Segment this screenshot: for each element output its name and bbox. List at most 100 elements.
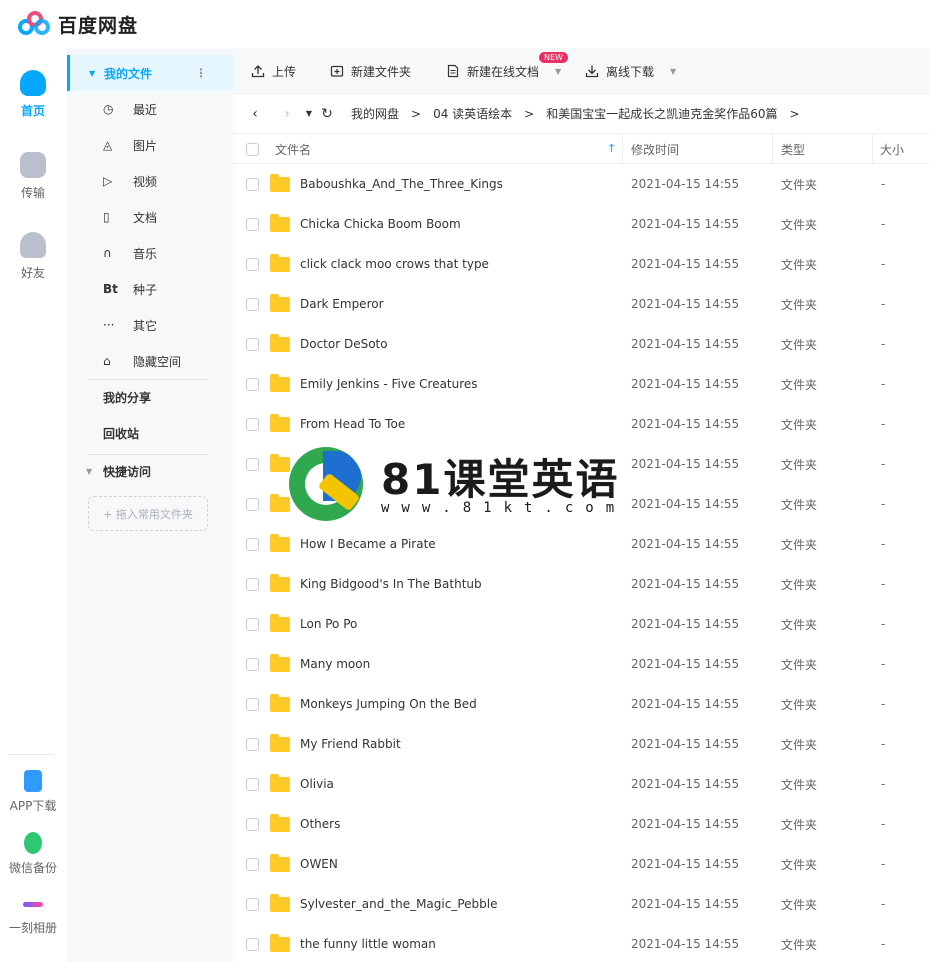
dropdown-caret-icon[interactable]: ▼: [670, 67, 676, 76]
sidebar-item[interactable]: ▯ 文档: [67, 199, 233, 235]
breadcrumb-level1[interactable]: 04 读英语绘本: [433, 105, 512, 122]
table-row[interactable]: Others 2021-04-15 14:55 文件夹 -: [233, 804, 929, 844]
row-checkbox[interactable]: [246, 897, 259, 911]
file-name[interactable]: click clack moo crows that type: [300, 244, 489, 284]
rail-home[interactable]: 首页: [0, 70, 66, 119]
sidebar-item[interactable]: ··· 其它: [67, 307, 233, 343]
table-row[interactable]: the funny little woman 2021-04-15 14:55 文件…: [233, 924, 929, 962]
sidebar-item[interactable]: ◷ 最近: [67, 91, 233, 127]
header-modified[interactable]: 修改时间: [631, 134, 679, 165]
table-row[interactable]: Lon Po Po 2021-04-15 14:55 文件夹 -: [233, 604, 929, 644]
rail-app-download[interactable]: APP下载: [0, 770, 66, 814]
sidebar-my-share[interactable]: 我的分享: [67, 379, 233, 415]
row-checkbox[interactable]: [246, 457, 259, 471]
row-checkbox[interactable]: [246, 257, 259, 271]
file-name[interactable]: Many moon: [300, 644, 370, 684]
file-name[interactable]: Emily Jenkins - Five Creatures: [300, 364, 478, 404]
table-row[interactable]: How I Became a Pirate 2021-04-15 14:55 文件夹…: [233, 524, 929, 564]
rail-moment-album[interactable]: 一刻相册: [0, 894, 66, 936]
table-row[interactable]: My Friend Rabbit 2021-04-15 14:55 文件夹 -: [233, 724, 929, 764]
row-checkbox[interactable]: [246, 857, 259, 871]
row-checkbox[interactable]: [246, 417, 259, 431]
file-name[interactable]: Sylvester_and_the_Magic_Pebble: [300, 884, 497, 924]
sidebar-my-files[interactable]: ▼ 我的文件 ⋮: [67, 55, 233, 91]
row-checkbox[interactable]: [246, 657, 259, 671]
row-checkbox[interactable]: [246, 537, 259, 551]
sort-ascending-icon[interactable]: ↑: [607, 142, 616, 155]
header-filename[interactable]: 文件名: [275, 134, 311, 165]
file-name[interactable]: Olivia: [300, 764, 334, 804]
table-row[interactable]: Emily Jenkins - Five Creatures 2021-04-15…: [233, 364, 929, 404]
collapse-arrow-icon[interactable]: ▼: [89, 69, 95, 78]
file-size: -: [881, 857, 886, 871]
sidebar-recycle-bin[interactable]: 回收站: [67, 415, 233, 451]
file-name[interactable]: My Friend Rabbit: [300, 724, 401, 764]
table-row[interactable]: Many moon 2021-04-15 14:55 文件夹 -: [233, 644, 929, 684]
sidebar-item[interactable]: ⌂ 隐藏空间: [67, 343, 233, 379]
file-name[interactable]: How I Became a Pirate: [300, 524, 436, 564]
file-name[interactable]: Lon Po Po: [300, 604, 357, 644]
row-checkbox[interactable]: [246, 497, 259, 511]
table-row[interactable]: Monkeys Jumping On the Bed 2021-04-15 14:…: [233, 684, 929, 724]
upload-button[interactable]: 上传: [251, 48, 296, 94]
row-checkbox[interactable]: [246, 777, 259, 791]
table-row[interactable]: King Bidgood's In The Bathtub 2021-04-15 …: [233, 564, 929, 604]
breadcrumb-level2[interactable]: 和美国宝宝一起成长之凯迪克金奖作品60篇: [546, 105, 777, 122]
select-all-checkbox[interactable]: [246, 134, 259, 165]
dropdown-caret-icon[interactable]: ▼: [555, 67, 561, 76]
row-checkbox[interactable]: [246, 337, 259, 351]
offline-download-button[interactable]: 离线下载 ▼: [585, 48, 676, 94]
file-name[interactable]: From Head To Toe: [300, 404, 405, 444]
file-name[interactable]: Doctor DeSoto: [300, 324, 388, 364]
history-dropdown-icon[interactable]: ▼: [303, 109, 315, 118]
header-size[interactable]: 大小: [880, 134, 904, 165]
table-row[interactable]: Olivia 2021-04-15 14:55 文件夹 -: [233, 764, 929, 804]
breadcrumb-separator: >: [524, 106, 535, 121]
sidebar-item[interactable]: ◬ 图片: [67, 127, 233, 163]
table-row[interactable]: Sylvester_and_the_Magic_Pebble 2021-04-15…: [233, 884, 929, 924]
row-checkbox[interactable]: [246, 697, 259, 711]
row-checkbox[interactable]: [246, 217, 259, 231]
sidebar-quick-access[interactable]: ▼ 快捷访问: [67, 453, 233, 489]
table-row[interactable]: Dark Emperor 2021-04-15 14:55 文件夹 -: [233, 284, 929, 324]
sidebar-item[interactable]: Bt 种子: [67, 271, 233, 307]
file-name[interactable]: Chicka Chicka Boom Boom: [300, 204, 461, 244]
rail-friends[interactable]: 好友: [0, 232, 66, 281]
file-name[interactable]: OWEN: [300, 844, 338, 884]
row-checkbox[interactable]: [246, 177, 259, 191]
new-folder-button[interactable]: 新建文件夹: [330, 48, 411, 94]
row-checkbox[interactable]: [246, 937, 259, 951]
row-checkbox[interactable]: [246, 577, 259, 591]
row-checkbox[interactable]: [246, 377, 259, 391]
breadcrumb-root[interactable]: 我的网盘: [351, 105, 399, 122]
table-row[interactable]: OWEN 2021-04-15 14:55 文件夹 -: [233, 844, 929, 884]
file-name[interactable]: Dark Emperor: [300, 284, 384, 324]
table-row[interactable]: Doctor DeSoto 2021-04-15 14:55 文件夹 -: [233, 324, 929, 364]
sidebar-item[interactable]: ∩ 音乐: [67, 235, 233, 271]
table-row[interactable]: click clack moo crows that type 2021-04-1…: [233, 244, 929, 284]
back-arrow-icon[interactable]: ‹: [245, 106, 265, 122]
table-row[interactable]: Chicka Chicka Boom Boom 2021-04-15 14:55 文…: [233, 204, 929, 244]
row-checkbox[interactable]: [246, 817, 259, 831]
rail-wechat-backup[interactable]: 微信备份: [0, 832, 66, 876]
row-checkbox[interactable]: [246, 737, 259, 751]
file-name[interactable]: Baboushka_And_The_Three_Kings: [300, 164, 503, 204]
forward-arrow-icon[interactable]: ›: [277, 106, 297, 122]
table-row[interactable]: From Head To Toe 2021-04-15 14:55 文件夹 -: [233, 404, 929, 444]
more-vertical-icon[interactable]: ⋮: [195, 66, 207, 80]
table-row[interactable]: Baboushka_And_The_Three_Kings 2021-04-15 …: [233, 164, 929, 204]
sidebar-item[interactable]: ▷ 视频: [67, 163, 233, 199]
collapse-arrow-icon[interactable]: ▼: [86, 467, 92, 476]
rail-transfer[interactable]: 传输: [0, 152, 66, 201]
row-checkbox[interactable]: [246, 617, 259, 631]
file-name[interactable]: King Bidgood's In The Bathtub: [300, 564, 482, 604]
file-name[interactable]: the funny little woman: [300, 924, 436, 962]
drop-zone-common-folder[interactable]: + 拖入常用文件夹: [88, 496, 208, 531]
refresh-icon[interactable]: ↻: [317, 106, 337, 122]
checkbox[interactable]: [246, 143, 259, 156]
row-checkbox[interactable]: [246, 297, 259, 311]
file-name[interactable]: Others: [300, 804, 340, 844]
header-type[interactable]: 类型: [781, 134, 805, 165]
file-name[interactable]: Monkeys Jumping On the Bed: [300, 684, 477, 724]
app-logo[interactable]: 百度网盘: [18, 8, 138, 40]
